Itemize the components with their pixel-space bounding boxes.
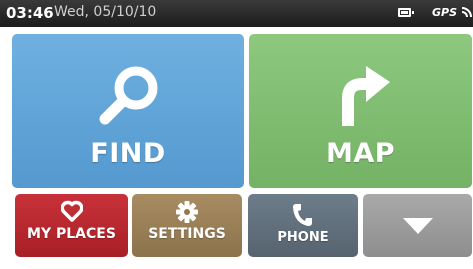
date: Wed, 05/10/10 [54,4,157,20]
find-button[interactable]: FIND [12,34,244,188]
turn-right-arrow-icon [341,66,390,126]
gps-label: GPS [432,6,458,19]
chevron-down-icon [403,218,433,234]
my-places-button[interactable]: MY PLACES [15,194,128,257]
more-button[interactable] [363,194,472,257]
phone-label: PHONE [277,230,329,245]
heart-icon [60,200,83,222]
map-label: MAP [325,138,396,169]
find-label: FIND [90,138,166,169]
gear-icon [176,201,198,223]
battery-icon [398,8,414,17]
settings-button[interactable]: SETTINGS [132,194,242,257]
settings-label: SETTINGS [148,226,226,242]
my-places-label: MY PLACES [27,226,116,242]
phone-icon [293,204,312,226]
status-bar: 03:46 Wed, 05/10/10 GPS [0,0,473,27]
map-button[interactable]: MAP [249,34,472,188]
gps-signal-icon [461,7,472,18]
magnifier-icon [99,66,158,125]
phone-button[interactable]: PHONE [248,194,358,257]
clock: 03:46 [6,4,54,22]
